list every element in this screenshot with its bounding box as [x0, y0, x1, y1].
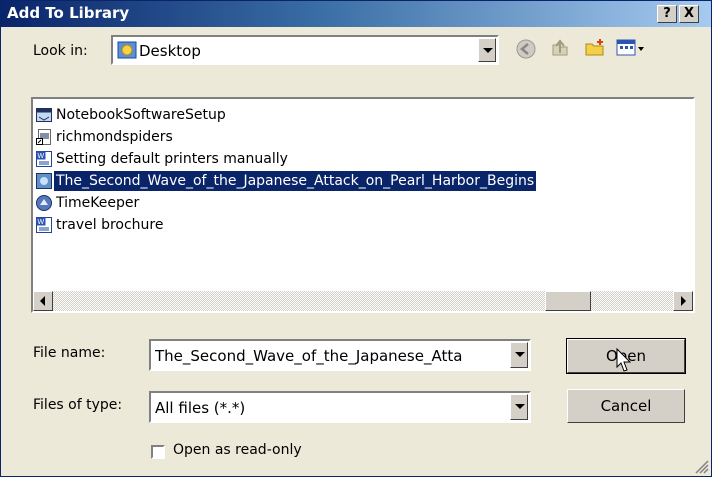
file-name-combo[interactable]: The_Second_Wave_of_the_Japanese_Atta [149, 339, 531, 371]
file-type-label: Files of type: [33, 397, 123, 413]
back-icon[interactable] [515, 38, 537, 60]
list-item[interactable]: richmondspiders [36, 127, 175, 149]
scroll-right-button[interactable] [673, 291, 693, 311]
installer-icon [36, 108, 52, 122]
look-in-label: Look in: [33, 43, 88, 59]
list-item[interactable]: Wtravel brochure [36, 215, 165, 237]
file-name: NotebookSoftwareSetup [56, 107, 226, 123]
cancel-button[interactable]: Cancel [567, 389, 685, 423]
view-menu-icon[interactable] [615, 37, 647, 59]
look-in-dropdown-arrow[interactable] [478, 38, 496, 62]
read-only-label: Open as read-only [173, 442, 302, 458]
scroll-thumb[interactable] [545, 291, 591, 311]
window-title: Add To Library [7, 4, 130, 22]
chevron-right-icon [681, 296, 686, 306]
horizontal-scrollbar[interactable] [33, 291, 693, 311]
svg-text:W: W [38, 153, 45, 160]
title-bar[interactable]: Add To Library ? X [1, 1, 711, 27]
scroll-left-button[interactable] [33, 291, 53, 311]
mouse-cursor-icon [616, 347, 632, 372]
chevron-left-icon [40, 296, 45, 306]
desktop-icon [117, 41, 137, 59]
file-name: Setting default printers manually [56, 151, 288, 167]
svg-text:W: W [38, 219, 45, 226]
app-icon [36, 195, 52, 211]
file-type-combo[interactable]: All files (*.*) [149, 391, 531, 423]
resize-grip-icon[interactable] [693, 458, 709, 474]
look-in-combo[interactable]: Desktop [111, 35, 499, 65]
media-file-icon [36, 173, 52, 189]
word-doc-icon: W [36, 151, 52, 167]
file-name-dropdown-arrow[interactable] [510, 342, 528, 368]
new-folder-icon[interactable] [584, 37, 606, 59]
file-name-input[interactable]: The_Second_Wave_of_the_Japanese_Atta [155, 347, 491, 365]
list-item[interactable]: W Setting default printers manually [36, 149, 290, 171]
file-list[interactable]: NotebookSoftwareSetup richmondspiders W S… [31, 97, 695, 313]
look-in-value: Desktop [139, 42, 201, 60]
add-to-library-dialog: Add To Library ? X Look in: Desktop Note… [0, 0, 712, 477]
list-item[interactable]: NotebookSoftwareSetup [36, 105, 228, 127]
file-name-label: File name: [33, 345, 106, 361]
file-type-dropdown-arrow[interactable] [510, 394, 528, 420]
file-name: TimeKeeper [56, 195, 140, 211]
shortcut-icon [36, 129, 51, 145]
file-name: travel brochure [56, 217, 164, 233]
help-button[interactable]: ? [657, 5, 677, 23]
file-type-value: All files (*.*) [155, 399, 246, 417]
word-doc-icon: W [36, 217, 52, 233]
list-item[interactable]: The_Second_Wave_of_the_Japanese_Attack_o… [36, 170, 538, 193]
close-button[interactable]: X [679, 5, 699, 23]
file-name: richmondspiders [56, 129, 173, 145]
file-name: The_Second_Wave_of_the_Japanese_Attack_o… [52, 170, 538, 192]
up-folder-icon[interactable] [549, 37, 571, 59]
list-item[interactable]: TimeKeeper [36, 193, 141, 215]
read-only-checkbox[interactable] [151, 445, 165, 459]
